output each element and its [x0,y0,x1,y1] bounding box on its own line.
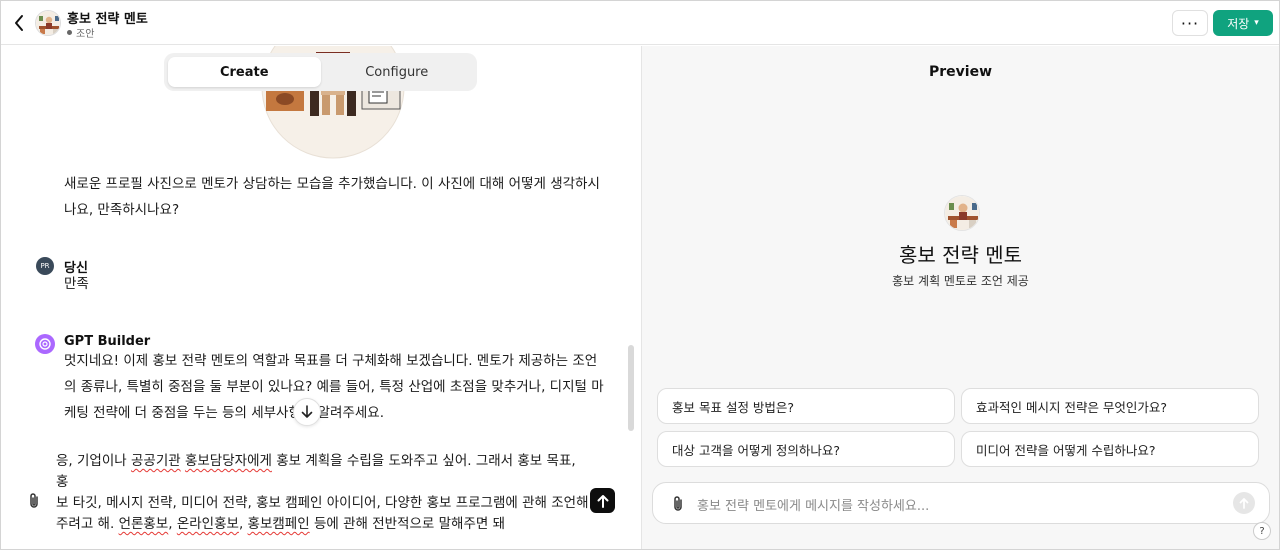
paperclip-icon [30,493,38,508]
preview-heading: Preview [928,64,992,80]
attach-button[interactable] [23,490,45,512]
conversation-starter[interactable]: 효과적인 메시지 전략은 무엇인가요? [961,388,1259,424]
misspelled-word: 공공기관 [130,453,181,469]
preview-input-placeholder: 홍보 전략 멘토에게 메시지를 작성하세요... [697,499,930,514]
preview-pane: Preview 홍보 전략 멘토 홍보 계획 멘토로 조언 제공 홍보 목표 설… [642,46,1279,549]
scrollbar[interactable] [628,345,634,431]
input-text: 응, 기업이나 [56,453,131,469]
user-message: 만족 [64,276,89,292]
message-line: 새로운 프로필 사진으로 멘토가 상담하는 모습을 추가했습니다. 이 사진에 … [64,176,600,192]
input-line: 응, 기업이나 공공기관 홍보담당자에게 홍보 계획을 수립을 도와주고 싶어.… [56,451,591,493]
status-dot-icon [67,30,72,35]
user-avatar: PR [36,257,54,275]
preview-gpt-avatar [944,195,980,231]
preview-send-button[interactable] [1233,492,1255,514]
input-text: 등에 관해 전반적으로 말해주면 돼 [309,516,505,532]
paperclip-icon [674,496,682,511]
more-options-button[interactable]: ··· [1172,10,1208,36]
chevron-down-icon: ▾ [1254,18,1259,28]
misspelled-word: 홍보캠페인 [247,516,310,532]
input-text: , [168,516,177,532]
misspelled-word: 홍보담당자에게 [184,453,272,469]
preview-gpt-name: 홍보 전략 멘토 [898,243,1023,267]
gpt-builder-avatar [35,334,55,354]
message-line: 의 종류나, 특별히 중점을 둘 부분이 있나요? 예를 들어, 특정 산업에 … [64,379,604,395]
send-button[interactable] [590,488,615,513]
tab-configure[interactable]: Configure [321,57,474,87]
gpt-builder-message: 멋지네요! 이제 홍보 전략 멘토의 역할과 목표를 더 구체화해 보겠습니다.… [64,348,619,426]
gpt-builder-name: GPT Builder [64,334,151,349]
preview-attach-button[interactable] [667,493,689,515]
save-button[interactable]: 저장 ▾ [1213,10,1273,36]
save-label: 저장 [1227,16,1250,31]
arrow-up-icon [1239,498,1249,509]
builder-pane: Create Configure 새로운 프로필 사진으로 멘토가 상담하는 모… [1,46,641,549]
message-line: 나요, 만족하시나요? [64,202,180,218]
arrow-down-icon [301,405,313,418]
arrow-up-icon [597,494,608,508]
tab-create[interactable]: Create [168,57,321,87]
scroll-down-button[interactable] [293,398,321,426]
misspelled-word: 언론홍보 [118,516,169,532]
top-bar: 홍보 전략 멘토 조안 ··· 저장 ▾ [1,1,1279,45]
input-line: 주려고 해. 언론홍보, 온라인홍보, 홍보캠페인 등에 관해 전반적으로 말해… [56,514,591,535]
builder-message-input[interactable]: 응, 기업이나 공공기관 홍보담당자에게 홍보 계획을 수립을 도와주고 싶어.… [56,451,591,535]
preview-message-input[interactable]: 홍보 전략 멘토에게 메시지를 작성하세요... [652,482,1270,524]
help-button[interactable]: ? [1253,522,1271,540]
gpt-avatar [35,10,61,36]
conversation-starter[interactable]: 홍보 목표 설정 방법은? [657,388,955,424]
builder-tabs: Create Configure [164,53,477,91]
message-line: 멋지네요! 이제 홍보 전략 멘토의 역할과 목표를 더 구체화해 보겠습니다.… [64,353,598,369]
conversation-starter[interactable]: 대상 고객을 어떻게 정의하나요? [657,431,955,467]
input-line: 보 타깃, 메시지 전략, 미디어 전략, 홍보 캠페인 아이디어, 다양한 홍… [56,495,589,511]
builder-message-1: 새로운 프로필 사진으로 멘토가 상담하는 모습을 추가했습니다. 이 사진에 … [64,171,614,223]
conversation-starter[interactable]: 미디어 전략을 어떻게 수립하나요? [961,431,1259,467]
preview-gpt-description: 홍보 계획 멘토로 조언 제공 [892,274,1029,288]
chevron-left-icon [15,15,23,31]
input-text: 주려고 해. [56,516,119,532]
back-button[interactable] [9,12,29,34]
message-line: 케팅 전략에 더 중점을 두는 등의 세부사항을 알려주세요. [64,405,384,421]
gpt-logo-icon [39,338,51,350]
status-text: 조안 [76,29,95,40]
gpt-status: 조안 [67,25,94,40]
input-text: , [238,516,248,532]
misspelled-word: 온라인홍보 [176,516,239,532]
